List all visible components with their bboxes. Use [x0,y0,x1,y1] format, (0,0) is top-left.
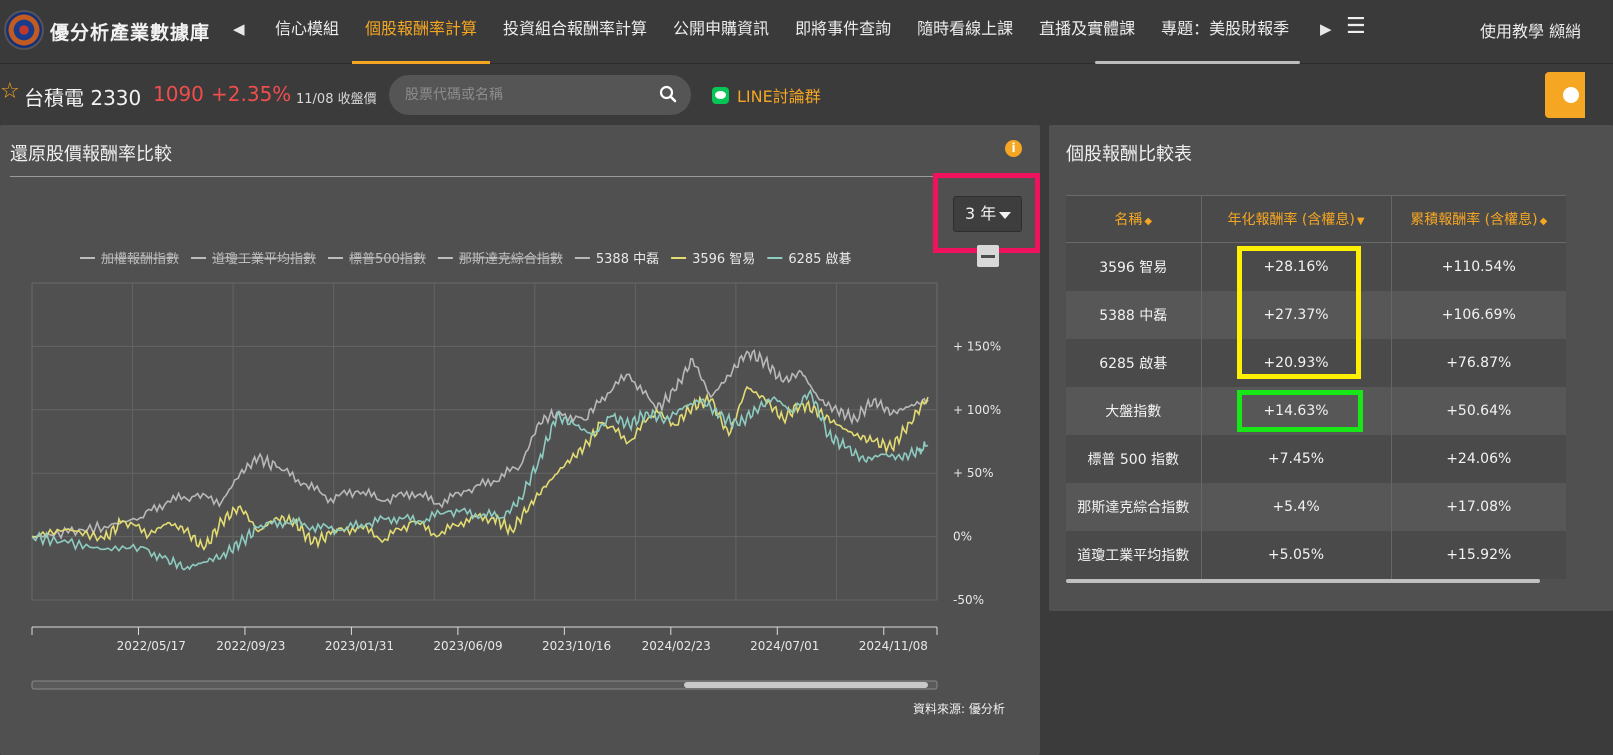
brand-title[interactable]: 優分析產業數據庫 [50,18,210,45]
x-tick-label: 2023/01/31 [325,639,394,653]
table-cell-name: 道瓊工業平均指數 [1066,530,1201,579]
help-button[interactable] [1545,72,1585,118]
data-source: 資料來源: 優分析 [913,702,1005,716]
top-bar: 優分析產業數據庫 ◀ 信心模組 個股報酬率計算 投資組合報酬率計算 公開申購資訊 即將事… [0,0,1613,64]
y-tick-label: 0% [953,530,972,544]
logo-icon[interactable] [4,10,44,50]
nav-item[interactable]: 個股報酬率計算 [352,0,491,64]
nav-item[interactable]: 即將事件查詢 [782,0,904,64]
table-header-row: 名稱 ◆ 年化報酬率 (含權息) ▼ 累積報酬率 (含權息) ◆ [1066,195,1566,243]
x-tick-label: 2022/05/17 [117,639,186,653]
menu-icon[interactable]: ☰ [1346,14,1366,39]
y-tick-label: + 100% [953,403,1001,417]
search-icon[interactable] [659,85,677,103]
x-tick-label: 2024/07/01 [750,639,819,653]
legend-item[interactable]: 標普500指數 [349,252,426,267]
legend-item[interactable]: 道瓊工業平均指數 [212,251,316,267]
legend-item[interactable]: 那斯達克綜合指數 [459,252,563,267]
chart-scrollbar-thumb[interactable] [684,682,928,688]
table-cell-name: 5388 中磊 [1066,290,1201,339]
line-group-link[interactable]: LINE討論群 [712,83,821,107]
stock-change: +2.35% [211,82,292,106]
x-tick-label: 2023/06/09 [433,639,502,653]
table-row[interactable]: 道瓊工業平均指數 +5.05% +15.92% [1066,530,1566,579]
table-cell-annual: +5.05% [1200,530,1391,579]
nav-item[interactable]: 隨時看線上課 [904,0,1026,64]
col-header-name[interactable]: 名稱 ◆ [1066,195,1201,243]
table-cell-name: 標普 500 指數 [1066,434,1201,483]
y-tick-label: + 50% [953,466,994,480]
table-cell-name: 3596 智易 [1066,242,1201,291]
col-header-cumulative[interactable]: 累積報酬率 (含權息) ◆ [1390,195,1566,243]
table-cell-cumulative: +15.92% [1390,530,1566,579]
legend-item[interactable]: 加權報酬指數 [101,252,179,267]
nav-next-icon[interactable]: ▶ [1320,20,1332,38]
stock-date-label: 11/08 收盤價 [296,92,377,107]
highlight-box-red [933,173,1040,253]
y-tick-label: -50% [953,593,984,607]
table-cell-annual: +5.4% [1200,482,1391,531]
x-tick-label: 2023/10/16 [542,639,611,653]
plot-area [31,282,938,601]
table-cell-cumulative: +76.87% [1390,338,1566,387]
table-cell-name: 那斯達克綜合指數 [1066,482,1201,531]
sort-desc-icon: ▼ [1356,216,1365,227]
sort-icon: ◆ [1144,216,1153,227]
highlight-box-green [1237,390,1363,432]
col-header-annual[interactable]: 年化報酬率 (含權息) ▼ [1200,195,1391,243]
line-icon [712,87,729,104]
nav-item[interactable]: 公開申購資訊 [660,0,782,64]
table-cell-name: 大盤指數 [1066,386,1201,435]
nav-item[interactable]: 專題：美股財報季 [1148,0,1302,64]
nav-prev-icon[interactable]: ◀ [233,20,245,38]
search-box [389,75,691,115]
line-group-label: LINE討論群 [737,87,821,106]
nav-item[interactable]: 投資組合報酬率計算 [490,0,660,64]
legend-item[interactable]: 6285 啟碁 [788,252,851,267]
y-tick-label: + 150% [953,339,1001,353]
table-row[interactable]: 標普 500 指數 +7.45% +24.06% [1066,434,1566,483]
highlight-box-yellow [1237,246,1361,379]
tutorial-link[interactable]: 使用教學 纐綃 [1480,18,1581,42]
table-row[interactable]: 那斯達克綜合指數 +5.4% +17.08% [1066,482,1566,531]
favorite-star-icon[interactable]: ☆ [0,79,20,104]
x-tick-label: 2024/11/08 [859,639,928,653]
table-cell-cumulative: +17.08% [1390,482,1566,531]
panel-divider [10,176,1028,177]
help-icon [1563,87,1579,103]
table-scrollbar[interactable] [1066,579,1540,583]
table-cell-cumulative: +50.64% [1390,386,1566,435]
table-cell-cumulative: +110.54% [1390,242,1566,291]
legend-item[interactable]: 3596 智易 [692,252,755,267]
table-panel-title: 個股報酬比較表 [1066,144,1192,165]
table-cell-cumulative: +24.06% [1390,434,1566,483]
info-icon[interactable]: i [1005,140,1022,157]
nav-item[interactable]: 信心模組 [262,0,352,64]
main-nav: 信心模組 個股報酬率計算 投資組合報酬率計算 公開申購資訊 即將事件查詢 隨時看線上課 直播… [262,0,1302,64]
table-cell-cumulative: +106.69% [1390,290,1566,339]
search-input[interactable] [405,83,645,107]
nav-item[interactable]: 直播及實體課 [1026,0,1148,64]
stock-price: 1090 [153,82,204,106]
nav-scrollbar[interactable] [1095,61,1300,64]
stock-name: 台積電 2330 [24,86,142,110]
table-cell-annual: +7.45% [1200,434,1391,483]
stock-header: ☆ 台積電 2330 1090 +2.35% 11/08 收盤價 LINE討論群 [0,65,1613,125]
x-tick-label: 2022/09/23 [216,639,285,653]
x-tick-label: 2024/02/23 [642,639,711,653]
chart-panel-title: 還原股價報酬率比較 [10,144,172,165]
return-line-chart: + 150% + 100% + 50% 0% -50% 加權報酬指數 道瓊工業平均指數 標普5… [31,251,1001,690]
table-cell-name: 6285 啟碁 [1066,338,1201,387]
legend-item[interactable]: 5388 中磊 [596,252,659,267]
sort-icon: ◆ [1539,216,1548,227]
